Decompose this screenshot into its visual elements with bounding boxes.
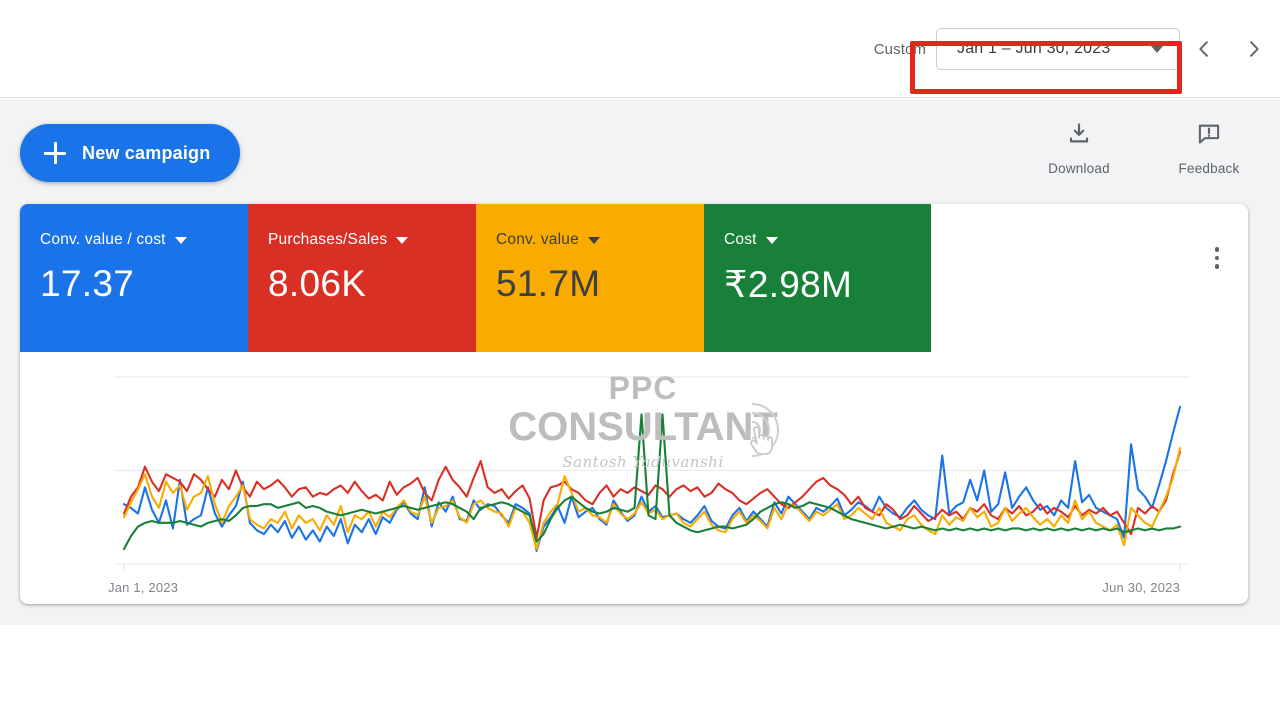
date-range-selector[interactable]: Jan 1 – Jun 30, 2023 [936, 28, 1180, 70]
feedback-label: Feedback [1178, 161, 1240, 176]
scorecard-value: ₹2.98M [724, 264, 853, 305]
date-range-preset-label: Custom [873, 40, 926, 58]
scorecard-value: 8.06K [268, 263, 367, 304]
download-label: Download [1048, 161, 1110, 176]
scorecard-value: 51.7M [496, 263, 601, 304]
action-toolbar: New campaign Download Feedback [0, 99, 1280, 202]
scorecard-header: Conv. value / cost [40, 231, 248, 249]
x-axis-start-label: Jan 1, 2023 [108, 580, 179, 595]
scorecard-row: Conv. value / cost 17.37 Purchases/Sales… [20, 204, 931, 352]
scorecard-purchases-sales[interactable]: Purchases/Sales 8.06K [248, 204, 476, 352]
chevron-down-icon [174, 236, 187, 244]
top-bar: Custom Jan 1 – Jun 30, 2023 [0, 0, 1280, 98]
download-button[interactable]: Download [1042, 121, 1116, 176]
scorecard-conv-value[interactable]: Conv. value 51.7M [476, 204, 704, 352]
chevron-down-icon [396, 236, 409, 244]
chart-series-line [122, 447, 1182, 551]
scorecard-header: Purchases/Sales [268, 231, 476, 249]
scorecard-header: Conv. value [496, 231, 704, 249]
new-campaign-button[interactable]: New campaign [20, 124, 241, 182]
new-campaign-label: New campaign [82, 142, 211, 163]
date-range-control: Custom Jan 1 – Jun 30, 2023 [874, 0, 1180, 98]
scorecard-title: Conv. value [496, 231, 579, 248]
content-area: New campaign Download Feedback Conv. val… [0, 99, 1280, 625]
scorecard-title: Conv. value / cost [40, 231, 166, 248]
chevron-down-icon [587, 236, 600, 244]
chart-canvas [114, 376, 1190, 571]
more-vert-icon[interactable] [1201, 242, 1233, 274]
chevron-down-icon [765, 236, 778, 244]
scorecard-title: Cost [724, 231, 757, 248]
performance-panel: Conv. value / cost 17.37 Purchases/Sales… [20, 204, 1248, 604]
feedback-button[interactable]: Feedback [1172, 121, 1246, 176]
date-navigation [1186, 0, 1272, 98]
scorecard-header: Cost [724, 231, 931, 249]
chevron-down-icon [1151, 45, 1163, 53]
next-period-button[interactable] [1236, 31, 1272, 67]
download-icon [1066, 121, 1092, 152]
scorecard-value: 17.37 [40, 263, 135, 304]
feedback-icon [1196, 121, 1222, 152]
x-axis-end-label: Jun 30, 2023 [1102, 580, 1180, 595]
previous-period-button[interactable] [1186, 31, 1222, 67]
toolbar-right: Download Feedback [1042, 121, 1246, 176]
scorecard-cost[interactable]: Cost ₹2.98M [704, 204, 931, 352]
google-ads-overview-screen: Custom Jan 1 – Jun 30, 2023 New campaign… [0, 0, 1280, 720]
scorecard-title: Purchases/Sales [268, 231, 388, 248]
performance-chart: Jan 1, 2023 Jun 30, 2023 PPC CONSULTANT … [20, 352, 1248, 604]
chart-series-line [122, 413, 1182, 551]
plus-icon [44, 142, 66, 164]
scorecard-conv-value-per-cost[interactable]: Conv. value / cost 17.37 [20, 204, 248, 352]
date-range-value: Jan 1 – Jun 30, 2023 [957, 40, 1111, 57]
